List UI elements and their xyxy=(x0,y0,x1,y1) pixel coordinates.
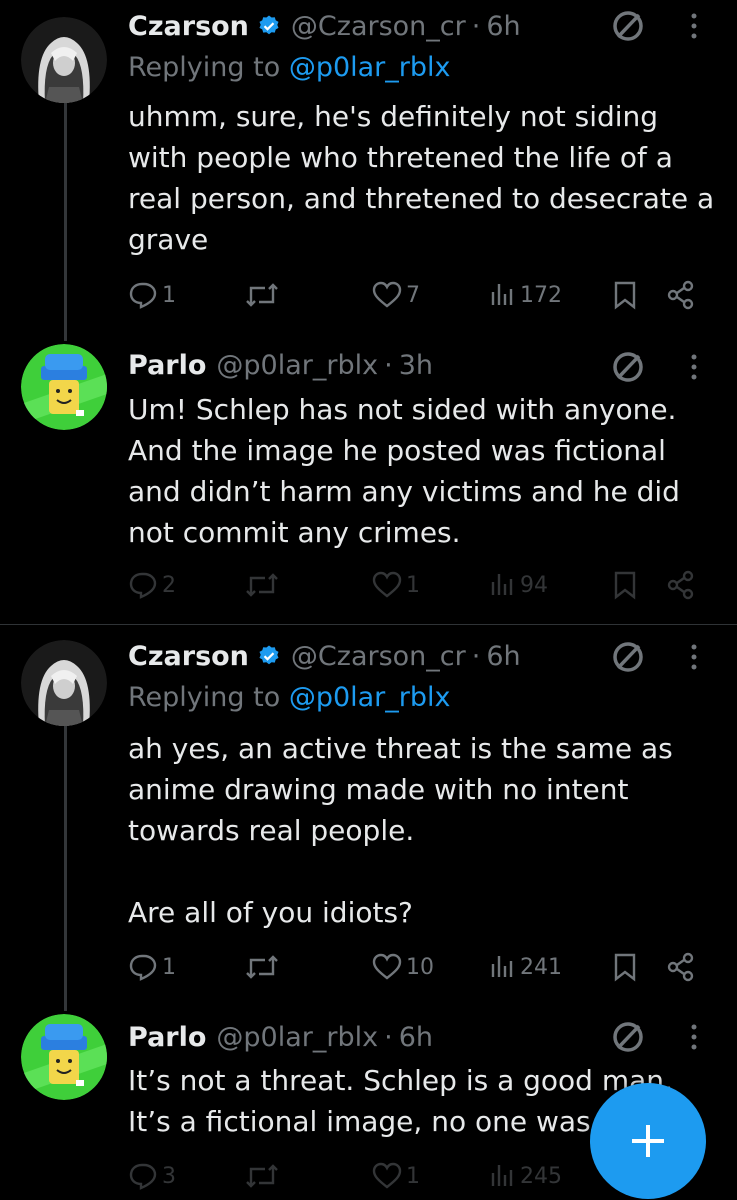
like-count: 1 xyxy=(406,1163,420,1189)
more-vertical-icon[interactable] xyxy=(688,1020,700,1054)
timestamp[interactable]: 6h xyxy=(399,1022,433,1053)
tweet-header: Parlo @p0lar_rblx · 6h xyxy=(128,1017,433,1057)
avatar-parlo[interactable] xyxy=(21,1014,107,1100)
reply-count: 3 xyxy=(162,1163,176,1189)
author-name[interactable]: Parlo xyxy=(128,1022,206,1053)
views-icon xyxy=(491,1165,513,1186)
author-handle[interactable]: @p0lar_rblx xyxy=(216,1022,378,1053)
retweet-icon xyxy=(246,1164,278,1188)
reply-icon xyxy=(129,1163,157,1190)
reply-button[interactable]: 3 xyxy=(128,1156,176,1196)
compose-button[interactable] xyxy=(590,1083,706,1199)
views-button[interactable]: 245 xyxy=(490,1156,562,1196)
plus-icon xyxy=(632,1125,664,1157)
heart-icon xyxy=(372,1162,402,1189)
view-count: 245 xyxy=(520,1163,562,1189)
tweet-4[interactable]: Parlo @p0lar_rblx · 6h It’s not a threat… xyxy=(0,0,737,1200)
like-button[interactable]: 1 xyxy=(372,1156,420,1196)
no-entry-icon[interactable] xyxy=(611,1020,645,1054)
separator-dot: · xyxy=(384,1021,393,1053)
retweet-button[interactable] xyxy=(245,1156,279,1196)
